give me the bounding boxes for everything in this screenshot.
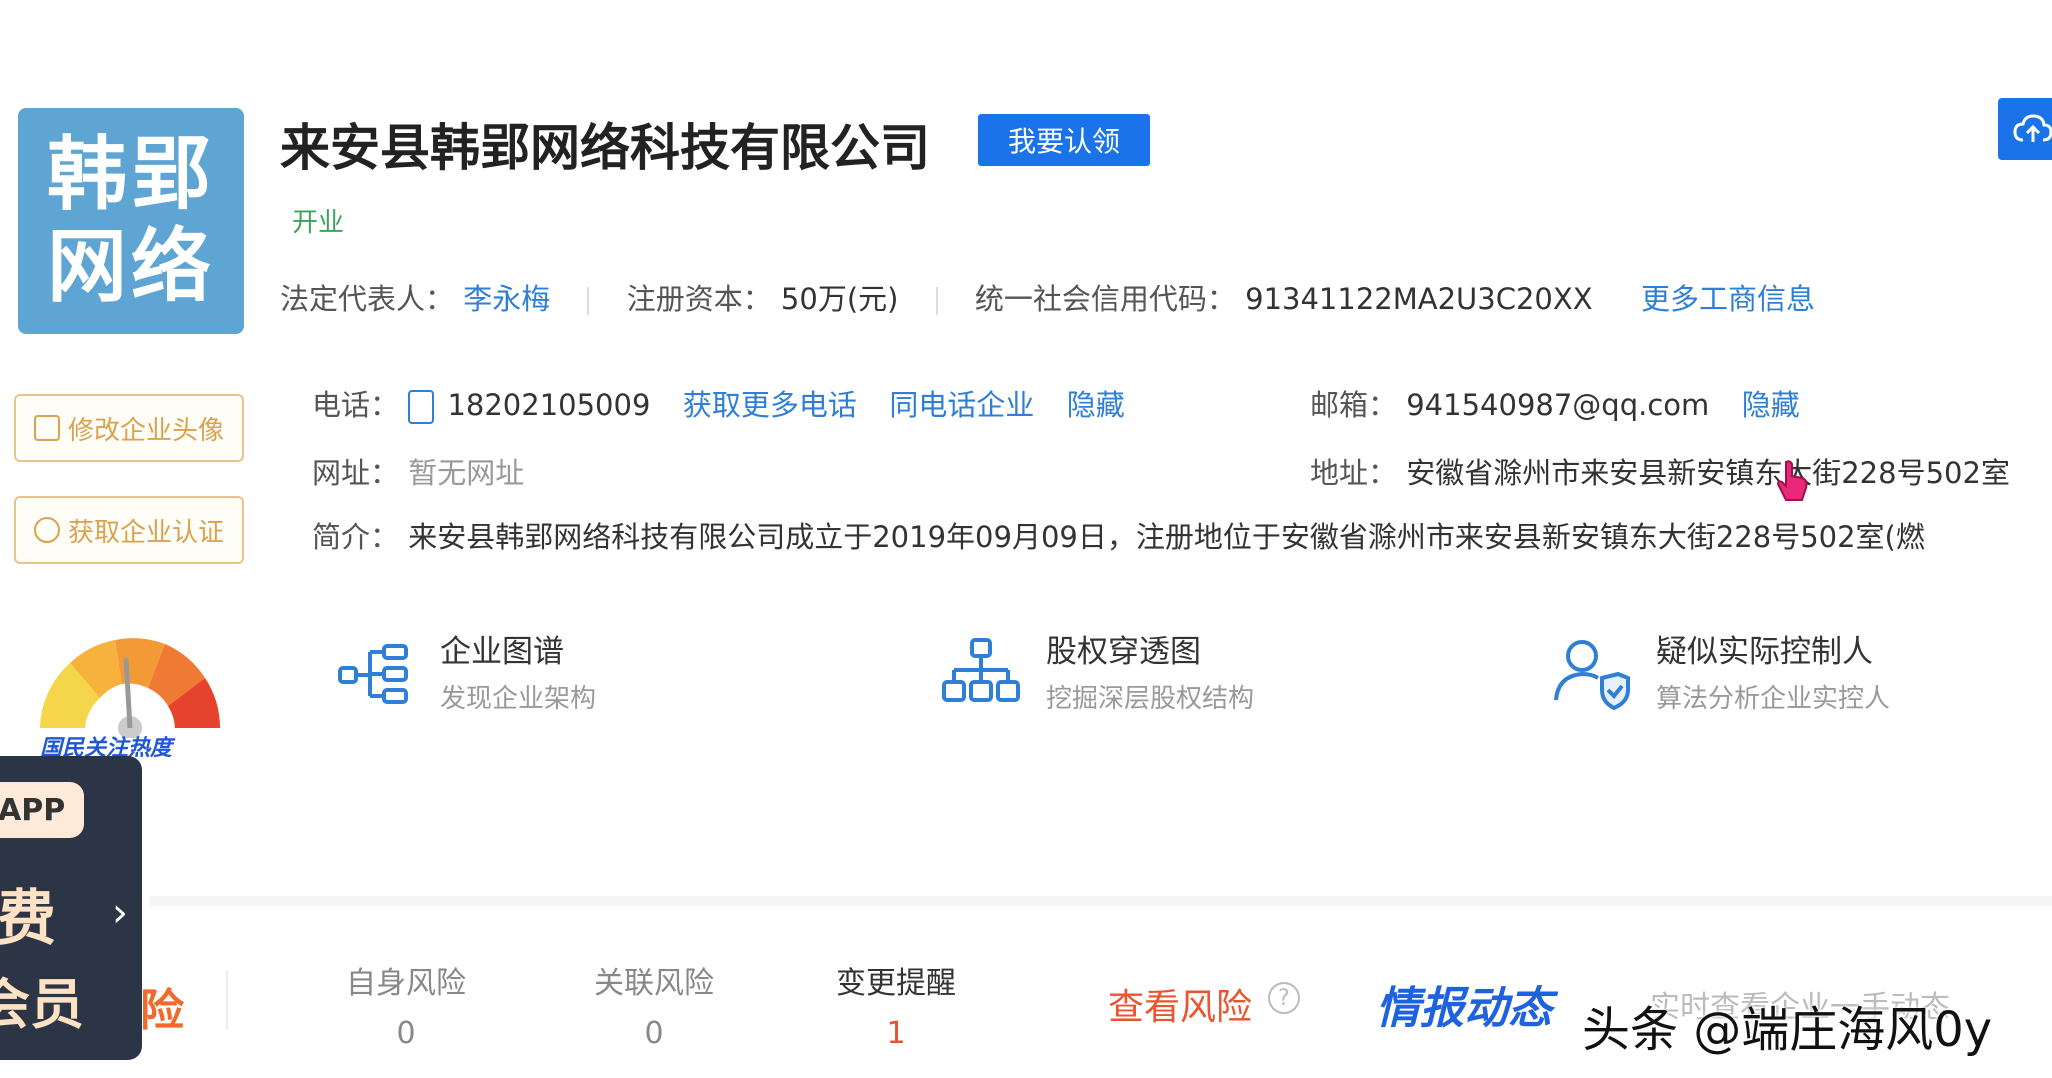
- section-divider: [150, 896, 2052, 906]
- intro-row: 简介： 来安县韩郢网络科技有限公司成立于2019年09月09日，注册地位于安徽省…: [312, 514, 2052, 556]
- hide-email-link[interactable]: 隐藏: [1742, 388, 1800, 422]
- change-avatar-label: 修改企业头像: [67, 415, 224, 446]
- intro-label: 简介：: [312, 520, 400, 554]
- feature-actual-controller[interactable]: 疑似实际控制人 算法分析企业实控人: [1552, 626, 2032, 736]
- hide-phone-link[interactable]: 隐藏: [1067, 388, 1125, 422]
- basic-info-row: 法定代表人： 李永梅 注册资本： 50万(元) 统一社会信用代码： 913411…: [280, 276, 1815, 318]
- feature-title: 股权穿透图: [1046, 634, 1201, 670]
- capital-value: 50万(元): [780, 282, 899, 316]
- tab-change-reminder[interactable]: 变更提醒 1: [826, 958, 966, 1051]
- risk-scan-title: 险: [140, 985, 184, 1036]
- feature-subtitle: 发现企业架构: [440, 684, 597, 714]
- logo-line-1: 韩郢: [47, 128, 215, 221]
- tab-related-risk[interactable]: 关联风险 0: [584, 958, 724, 1051]
- feature-subtitle: 挖掘深层股权结构: [1046, 684, 1255, 714]
- intro-value: 来安县韩郢网络科技有限公司成立于2019年09月09日，注册地位于安徽省滁州市来…: [408, 520, 1925, 554]
- more-business-info-link[interactable]: 更多工商信息: [1641, 282, 1815, 316]
- logo-line-2: 网络: [47, 220, 215, 313]
- get-cert-label: 获取企业认证: [67, 517, 224, 548]
- view-risk-link[interactable]: 查看风险: [1108, 978, 1252, 1030]
- tab-count: 0: [644, 1016, 664, 1051]
- email-label: 邮箱：: [1310, 388, 1398, 422]
- feature-title: 疑似实际控制人: [1656, 634, 1873, 670]
- divider: [226, 970, 228, 1030]
- company-detail-page: 韩郢 网络 修改企业头像 获取企业认证 来安县韩郢网络科技有限公司 我要认领 开…: [0, 0, 2052, 1078]
- feature-subtitle: 算法分析企业实控人: [1656, 684, 1891, 714]
- address-row: 地址： 安徽省滁州市来安县新安镇东大街228号502室: [1310, 450, 2052, 492]
- phone-row: 电话： 18202105009 获取更多电话 同电话企业 隐藏: [312, 382, 1125, 424]
- legal-rep-label: 法定代表人：: [280, 282, 455, 316]
- tab-label: 自身风险: [346, 966, 466, 1001]
- website-value: 暂无网址: [408, 456, 525, 490]
- cloud-upload-icon: [2013, 114, 2052, 142]
- badge-icon: [33, 517, 60, 543]
- capital-label: 注册资本：: [626, 282, 772, 316]
- credit-code-value: 91341122MA2U3C20XX: [1245, 282, 1593, 316]
- promo-fee-text: 费: [0, 884, 56, 954]
- company-logo: 韩郢 网络: [18, 108, 244, 334]
- email-row: 邮箱： 941540987@qq.com 隐藏: [1310, 382, 1800, 424]
- tab-label: 关联风险: [594, 966, 714, 1001]
- tab-label: 变更提醒: [836, 966, 956, 1001]
- website-label: 网址：: [312, 456, 400, 490]
- feature-equity-penetration[interactable]: 股权穿透图 挖掘深层股权结构: [942, 626, 1422, 736]
- intel-dynamics-title: 情报动态: [1376, 983, 1552, 1034]
- heat-gauge: [40, 638, 221, 738]
- more-phone-link[interactable]: 获取更多电话: [683, 388, 857, 422]
- person-shield-icon: [1554, 640, 1630, 711]
- phone-label: 电话：: [312, 388, 400, 422]
- chevron-right-icon[interactable]: ›: [112, 890, 128, 936]
- phone-value: 18202105009: [447, 388, 651, 422]
- equity-tree-icon: [942, 638, 1020, 702]
- help-icon[interactable]: ?: [1268, 982, 1300, 1014]
- feature-enterprise-graph[interactable]: 企业图谱 发现企业架构: [336, 626, 816, 736]
- watermark: 头条 @端庄海风0y: [1582, 1002, 1993, 1058]
- divider: [935, 287, 938, 315]
- change-avatar-button[interactable]: 修改企业头像: [14, 394, 244, 462]
- divider: [587, 287, 590, 315]
- hand-cursor-icon: [1776, 460, 1808, 501]
- feature-title: 企业图谱: [440, 634, 564, 670]
- company-name: 来安县韩郢网络科技有限公司: [280, 119, 930, 177]
- tab-count: 1: [886, 1016, 906, 1051]
- claim-button[interactable]: 我要认领: [978, 114, 1150, 166]
- image-icon: [33, 415, 60, 441]
- phone-icon: [408, 390, 435, 424]
- org-graph-icon: [338, 644, 408, 704]
- promo-vip-text: 会员: [0, 973, 84, 1036]
- status-badge: 开业: [292, 208, 345, 238]
- credit-code-label: 统一社会信用代码：: [974, 282, 1236, 316]
- address-value: 安徽省滁州市来安县新安镇东大街228号502室: [1406, 456, 2010, 490]
- email-value: 941540987@qq.com: [1406, 388, 1710, 422]
- legal-rep-link[interactable]: 李永梅: [463, 282, 550, 316]
- same-phone-companies-link[interactable]: 同电话企业: [889, 388, 1034, 422]
- app-badge: APP: [0, 782, 84, 838]
- website-row: 网址： 暂无网址: [312, 450, 524, 492]
- tab-count: 0: [396, 1016, 416, 1051]
- download-button[interactable]: [1998, 98, 2052, 160]
- address-label: 地址：: [1310, 456, 1398, 490]
- get-certification-button[interactable]: 获取企业认证: [14, 496, 244, 564]
- tab-self-risk[interactable]: 自身风险 0: [336, 958, 476, 1051]
